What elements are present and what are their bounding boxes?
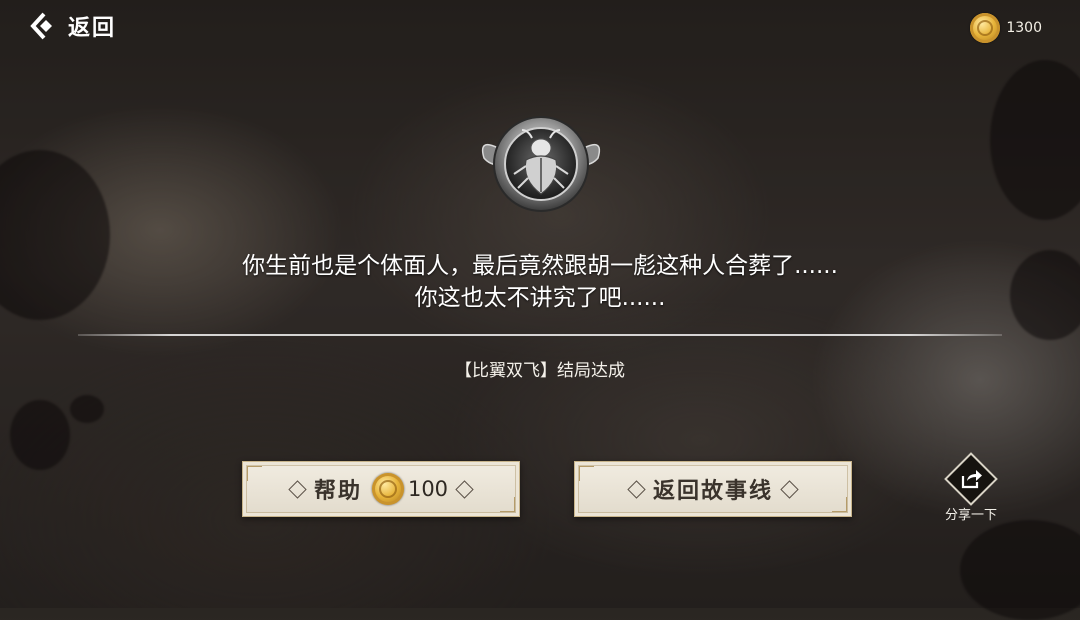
gold-coin-icon (371, 473, 404, 505)
dialogue-line: 你这也太不讲究了吧...... (414, 285, 666, 311)
divider (78, 334, 1002, 336)
return-to-storyline-button[interactable]: 返回故事线 (574, 461, 852, 517)
beetle-emblem-icon (478, 108, 604, 220)
diamond-icon (780, 479, 799, 499)
button-corner (832, 497, 847, 512)
dialogue-text: 你生前也是个体面人，最后竟然跟胡一彪这种人合葬了...... 你这也太不讲究了吧… (90, 250, 990, 314)
button-corner (579, 466, 594, 481)
help-cost: 100 (407, 477, 449, 501)
currency-amount: 1300 (1006, 20, 1042, 36)
chevron-left-icon (30, 11, 56, 41)
return-to-storyline-label: 返回故事线 (652, 478, 773, 504)
diamond-icon (288, 479, 307, 499)
back-label: 返回 (68, 15, 117, 41)
ending-achieved-label: 【比翼双飞】结局达成 (455, 361, 625, 381)
diamond-icon (627, 479, 646, 499)
dialogue-line: 你生前也是个体面人，最后竟然跟胡一彪这种人合葬了...... (242, 253, 838, 279)
share-button[interactable]: 分享一下 (938, 452, 1004, 523)
gold-coin-icon (970, 13, 1001, 43)
button-corner (247, 466, 262, 481)
diamond-icon (455, 479, 474, 499)
share-arrow-icon (958, 466, 984, 492)
back-button[interactable]: 返回 (30, 9, 116, 43)
share-label: 分享一下 (944, 508, 997, 523)
help-button[interactable]: 帮助 100 (242, 461, 520, 517)
button-corner (500, 497, 515, 512)
currency-display: 1300 (970, 12, 1042, 44)
help-button-label: 帮助 (313, 478, 362, 504)
